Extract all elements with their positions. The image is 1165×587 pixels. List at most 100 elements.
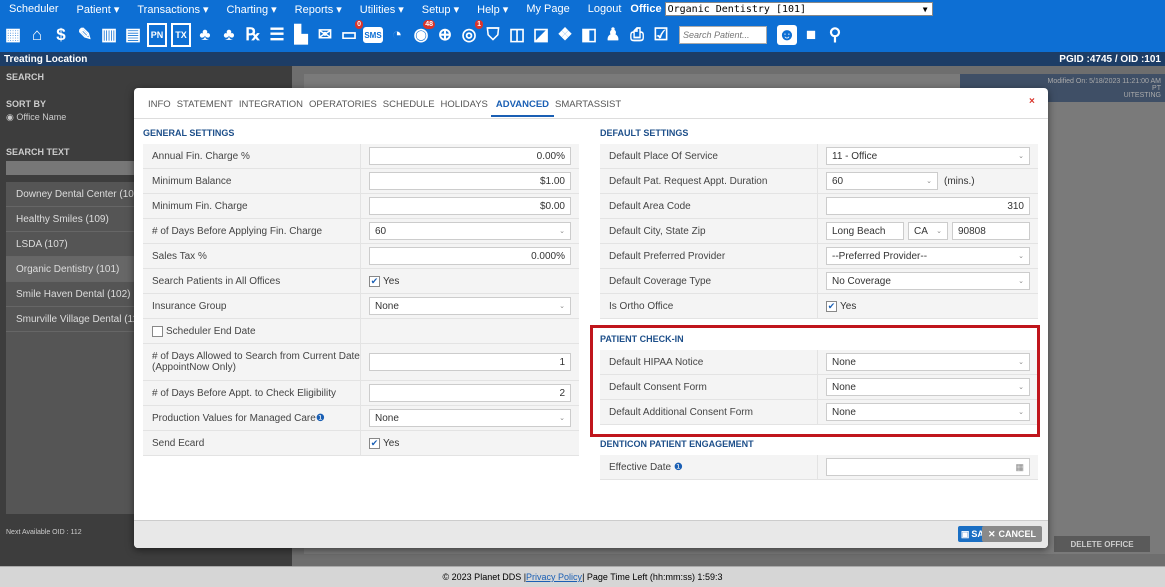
effective-date-input[interactable]: ▦: [826, 458, 1030, 476]
close-icon: ✕: [987, 528, 996, 539]
default-settings-title: DEFAULT SETTINGS: [600, 128, 689, 138]
sort-option[interactable]: ◉ Office Name: [6, 112, 66, 123]
default-duration-select[interactable]: 60 ⌄: [826, 172, 938, 190]
menu-reports[interactable]: Reports ▾: [286, 3, 351, 16]
pill-icon[interactable]: ✎: [75, 23, 95, 47]
general-setting-input[interactable]: 2: [369, 384, 571, 402]
tab-integration[interactable]: INTEGRATION: [239, 94, 308, 117]
printer-icon[interactable]: ⎙: [627, 23, 647, 47]
doc-icon[interactable]: ❖: [555, 23, 575, 47]
office-select-value: Organic Dentistry [101]: [667, 3, 807, 15]
user-search-icon[interactable]: ☻: [777, 25, 797, 45]
menu-charting[interactable]: Charting ▾: [218, 3, 286, 16]
ortho-icon[interactable]: ⊕: [435, 23, 455, 47]
general-setting-checkbox[interactable]: ✔: [369, 437, 380, 449]
list-icon[interactable]: ☰: [267, 23, 287, 47]
location-title: Treating Location: [4, 53, 88, 65]
general-setting-checkbox[interactable]: ✔: [369, 275, 380, 287]
tooth2-icon[interactable]: ▤: [123, 23, 143, 47]
general-setting-input[interactable]: 0.00%: [369, 147, 571, 165]
info-icon[interactable]: ❶: [674, 462, 683, 473]
print-icon[interactable]: ▙: [291, 23, 311, 47]
delete-office-button[interactable]: DELETE OFFICE: [1054, 536, 1150, 552]
page-footer: © 2023 Planet DDS | Privacy Policy | Pag…: [0, 566, 1165, 587]
clock-icon[interactable]: ◔: [387, 23, 407, 47]
menu-scheduler[interactable]: Scheduler: [0, 3, 68, 15]
default-area-input[interactable]: 310: [826, 197, 1030, 215]
city-value: Long Beach: [832, 225, 886, 237]
general-setting-value-cell: $1.00: [361, 169, 579, 193]
info-icon[interactable]: ❶: [316, 413, 325, 424]
tab-info[interactable]: INFO: [148, 94, 176, 117]
city-input[interactable]: Long Beach: [826, 222, 904, 240]
general-setting-value: Yes: [383, 275, 400, 287]
search-people-icon[interactable]: ⚲: [825, 23, 845, 47]
tab-holidays[interactable]: HOLIDAYS: [441, 94, 493, 117]
square-icon[interactable]: ■: [801, 23, 821, 47]
general-setting-input[interactable]: 1: [369, 353, 571, 371]
group2-icon[interactable]: ♣: [219, 23, 239, 47]
general-setting-select[interactable]: 60 ⌄: [369, 222, 571, 240]
tx-icon[interactable]: TX: [171, 23, 191, 47]
general-setting-value: 2: [559, 387, 565, 399]
rx-icon[interactable]: ℞: [243, 23, 263, 47]
tooth4-icon[interactable]: ◫: [507, 23, 527, 47]
cancel-button[interactable]: ✕ CANCEL: [982, 526, 1042, 542]
tab-operatories[interactable]: OPERATORIES: [309, 94, 382, 117]
default-provider-value: --Preferred Provider--: [832, 250, 928, 262]
default-city-label: Default City, State Zip: [600, 219, 818, 243]
menu-my-page[interactable]: My Page: [517, 3, 578, 15]
general-setting-input[interactable]: 0.000%: [369, 247, 571, 265]
menu-help[interactable]: Help ▾: [468, 3, 517, 16]
modal-footer: [134, 520, 1048, 548]
eye-icon[interactable]: ◉ 48: [411, 20, 435, 47]
pn-icon[interactable]: PN: [147, 23, 167, 47]
mail-icon[interactable]: ✉: [315, 23, 335, 47]
perio-icon[interactable]: ◎ 1: [459, 20, 483, 47]
menu-setup[interactable]: Setup ▾: [413, 3, 468, 16]
sms-icon[interactable]: SMS: [363, 27, 383, 43]
calendar-icon[interactable]: ▦: [1015, 462, 1024, 473]
general-setting-label: Insurance Group: [143, 294, 361, 318]
home-icon[interactable]: ⌂: [27, 23, 47, 47]
dollar-icon[interactable]: $: [51, 23, 71, 47]
general-setting-input[interactable]: $0.00: [369, 197, 571, 215]
menu-patient[interactable]: Patient ▾: [68, 3, 129, 16]
menu-transactions[interactable]: Transactions ▾: [128, 3, 217, 16]
tooth3-icon[interactable]: ⛉: [483, 23, 503, 47]
folder-icon[interactable]: ◪: [531, 23, 551, 47]
default-provider-select[interactable]: --Preferred Provider-- ⌄: [826, 247, 1030, 265]
doc2-icon[interactable]: ◧: [579, 23, 599, 47]
patient-search-input[interactable]: [679, 26, 767, 44]
general-setting-label-text: # of Days Before Applying Fin. Charge: [152, 225, 323, 237]
default-pos-select[interactable]: 11 - Office ⌄: [826, 147, 1030, 165]
tab-statement[interactable]: STATEMENT: [177, 94, 238, 117]
general-setting-select[interactable]: None ⌄: [369, 409, 571, 427]
family-icon[interactable]: ♟: [603, 23, 623, 47]
chat-icon[interactable]: ▭ 0: [339, 20, 363, 47]
zip-input[interactable]: 90808: [952, 222, 1030, 240]
location-ids: PGID :4745 / OID :101: [1059, 53, 1161, 65]
general-setting-input[interactable]: $1.00: [369, 172, 571, 190]
ortho-office-checkbox[interactable]: ✔: [826, 300, 837, 312]
email-icon[interactable]: ☑: [651, 23, 671, 47]
office-select[interactable]: Organic Dentistry [101] ▼: [664, 2, 933, 16]
general-setting-label-text: # of Days Before Appt. to Check Eligibil…: [152, 387, 336, 399]
chevron-down-icon: ▼: [922, 4, 928, 14]
general-setting-value-cell: [361, 319, 579, 343]
scheduler-end-date-checkbox[interactable]: [152, 325, 163, 337]
menu-utilities[interactable]: Utilities ▾: [351, 3, 413, 16]
tooth-icon[interactable]: ▥: [99, 23, 119, 47]
tab-advanced[interactable]: ADVANCED: [490, 94, 555, 117]
privacy-policy-link[interactable]: Privacy Policy: [526, 572, 582, 582]
tab-smartassist[interactable]: SMARTASSIST: [555, 94, 626, 117]
state-select[interactable]: CA ⌄: [908, 222, 948, 240]
menu-logout[interactable]: Logout: [579, 3, 631, 15]
general-setting-value: 0.000%: [531, 250, 565, 262]
close-icon[interactable]: ×: [1029, 96, 1035, 107]
tab-schedule[interactable]: SCHEDULE: [383, 94, 440, 117]
group-icon[interactable]: ♣: [195, 23, 215, 47]
general-setting-select[interactable]: None ⌄: [369, 297, 571, 315]
calendar-icon[interactable]: ▦: [3, 23, 23, 47]
default-coverage-select[interactable]: No Coverage ⌄: [826, 272, 1030, 290]
